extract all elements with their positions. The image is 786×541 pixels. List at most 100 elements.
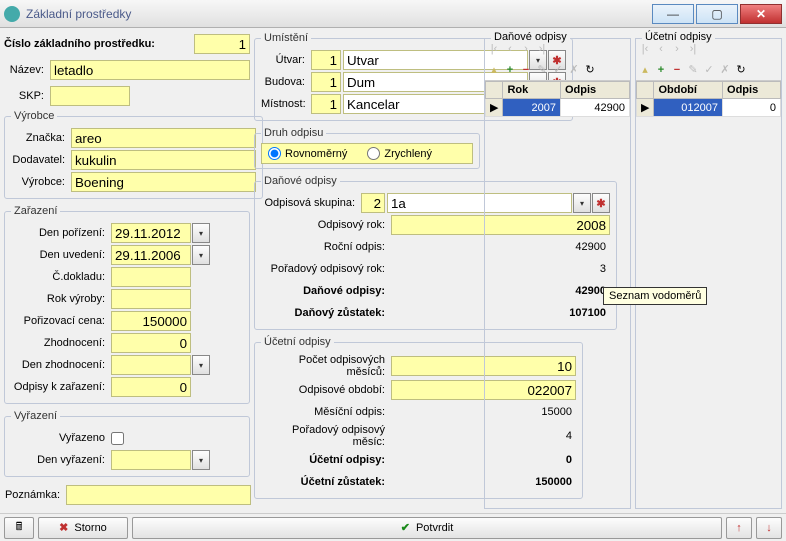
druh-odpisu-legend: Druh odpisu bbox=[261, 127, 326, 139]
nav-first-icon[interactable]: |‹ bbox=[487, 43, 501, 55]
refresh-icon[interactable]: ↻ bbox=[734, 63, 748, 76]
table-row[interactable]: ▶200742900 bbox=[486, 99, 630, 117]
rok-vyroby-label: Rok výroby: bbox=[11, 293, 111, 305]
edit-icon[interactable]: ✎ bbox=[686, 63, 700, 76]
x-icon: ✖ bbox=[59, 521, 68, 534]
nav-next-icon[interactable]: › bbox=[519, 43, 533, 55]
nav-first-icon[interactable]: |‹ bbox=[638, 43, 652, 55]
table-row[interactable]: ▶0120070 bbox=[637, 99, 781, 117]
dodavatel-field[interactable] bbox=[71, 150, 256, 170]
den-vyrazeni-field[interactable] bbox=[111, 450, 191, 470]
post-icon[interactable]: ✓ bbox=[702, 63, 716, 76]
app-icon bbox=[4, 6, 20, 22]
edit-triangle-icon[interactable]: ▴ bbox=[487, 63, 501, 76]
cancel-icon[interactable]: ✗ bbox=[567, 63, 581, 76]
den-porizeni-dropdown[interactable] bbox=[192, 223, 210, 243]
budova-num-field[interactable] bbox=[311, 72, 341, 92]
den-uvedeni-field[interactable] bbox=[111, 245, 191, 265]
up-arrow-button[interactable]: ↑ bbox=[726, 517, 752, 539]
nav-last-icon[interactable]: ›| bbox=[535, 43, 549, 55]
id-field[interactable] bbox=[194, 34, 250, 54]
nav-next-icon[interactable]: › bbox=[670, 43, 684, 55]
delete-row-icon[interactable]: − bbox=[670, 64, 684, 76]
odpisovy-rok-label: Odpisový rok: bbox=[261, 219, 391, 231]
cancel-icon[interactable]: ✗ bbox=[718, 63, 732, 76]
druh-odpisu-group: Druh odpisu Rovnoměrný Zrychlený bbox=[254, 127, 480, 169]
add-row-icon[interactable]: + bbox=[503, 64, 517, 76]
refresh-icon[interactable]: ↻ bbox=[583, 63, 597, 76]
vyrazeno-checkbox[interactable] bbox=[111, 432, 124, 445]
edit-triangle-icon[interactable]: ▴ bbox=[638, 63, 652, 76]
tbl2-grid[interactable]: ObdobíOdpis ▶0120070 bbox=[636, 80, 781, 117]
porizovaci-field[interactable] bbox=[111, 311, 191, 331]
radio-rovnomerny[interactable]: Rovnoměrný bbox=[268, 147, 347, 160]
tbl1-r1c2: 42900 bbox=[560, 99, 629, 117]
den-porizeni-field[interactable] bbox=[111, 223, 191, 243]
den-zhodnoceni-dropdown[interactable] bbox=[192, 355, 210, 375]
close-button[interactable]: ✕ bbox=[740, 4, 782, 24]
check-icon: ✔ bbox=[401, 521, 410, 534]
den-vyrazeni-label: Den vyřazení: bbox=[11, 454, 111, 466]
window-title: Základní prostředky bbox=[26, 7, 650, 21]
c-dokladu-field[interactable] bbox=[111, 267, 191, 287]
titlebar: Základní prostředky — ▢ ✕ bbox=[0, 0, 786, 28]
umisteni-legend: Umístění bbox=[261, 32, 311, 44]
nazev-field[interactable] bbox=[50, 60, 250, 80]
delete-row-icon[interactable]: − bbox=[519, 64, 533, 76]
calculator-button[interactable]: 🖩 bbox=[4, 517, 34, 539]
tbl2-col1[interactable]: Období bbox=[654, 82, 723, 99]
tbl2-r1c1[interactable]: 012007 bbox=[654, 99, 723, 117]
tbl1-legend: Daňové odpisy bbox=[491, 31, 570, 43]
odpisy-k-zarazeni-label: Odpisy k zařazení: bbox=[11, 381, 111, 393]
edit-icon[interactable]: ✎ bbox=[535, 63, 549, 76]
poradovy-mesic-label: Pořadový odpisový měsíc: bbox=[261, 424, 391, 448]
nazev-label: Název: bbox=[4, 64, 50, 76]
maximize-button[interactable]: ▢ bbox=[696, 4, 738, 24]
den-uvedeni-dropdown[interactable] bbox=[192, 245, 210, 265]
post-icon[interactable]: ✓ bbox=[551, 63, 565, 76]
den-vyrazeni-dropdown[interactable] bbox=[192, 450, 210, 470]
tbl1-col1[interactable]: Rok bbox=[503, 82, 561, 99]
skupina-num-field[interactable] bbox=[361, 193, 385, 213]
down-arrow-button[interactable]: ↓ bbox=[756, 517, 782, 539]
tbl1-col2[interactable]: Odpis bbox=[560, 82, 629, 99]
tbl2-col2[interactable]: Odpis bbox=[723, 82, 781, 99]
vyrazeno-label: Vyřazeno bbox=[11, 432, 111, 444]
vyrobce-label: Výrobce: bbox=[11, 176, 71, 188]
budova-label: Budova: bbox=[261, 76, 311, 88]
radio-zrychleny[interactable]: Zrychlený bbox=[367, 147, 432, 160]
den-zhodnoceni-label: Den zhodnocení: bbox=[11, 359, 111, 371]
id-label: Číslo základního prostředku: bbox=[4, 38, 159, 50]
znacka-field[interactable] bbox=[71, 128, 256, 148]
vyrazeni-legend: Vyřazení bbox=[11, 410, 60, 422]
nav-last-icon[interactable]: ›| bbox=[686, 43, 700, 55]
mistnost-num-field[interactable] bbox=[311, 94, 341, 114]
skp-field[interactable] bbox=[50, 86, 130, 106]
tbl1-edit-toolbar: ▴ + − ✎ ✓ ✗ ↻ bbox=[485, 59, 630, 80]
rok-vyroby-field[interactable] bbox=[111, 289, 191, 309]
tbl2-edit-toolbar: ▴ + − ✎ ✓ ✗ ↻ bbox=[636, 59, 781, 80]
tbl1-r1c1[interactable]: 2007 bbox=[503, 99, 561, 117]
storno-button[interactable]: ✖Storno bbox=[38, 517, 128, 539]
den-uvedeni-label: Den uvedení: bbox=[11, 249, 111, 261]
zarazeni-legend: Zařazení bbox=[11, 205, 60, 217]
rocni-odpis-label: Roční odpis: bbox=[261, 241, 391, 253]
zhodnoceni-field[interactable] bbox=[111, 333, 191, 353]
potvrdit-button[interactable]: ✔Potvrdit bbox=[132, 517, 722, 539]
add-row-icon[interactable]: + bbox=[654, 64, 668, 76]
den-zhodnoceni-field[interactable] bbox=[111, 355, 191, 375]
poznamka-field[interactable] bbox=[66, 485, 251, 505]
minimize-button[interactable]: — bbox=[652, 4, 694, 24]
nav-prev-icon[interactable]: ‹ bbox=[503, 43, 517, 55]
utvar-num-field[interactable] bbox=[311, 50, 341, 70]
ucetni-legend: Účetní odpisy bbox=[261, 336, 334, 348]
c-dokladu-label: Č.dokladu: bbox=[11, 271, 111, 283]
tbl1-grid[interactable]: RokOdpis ▶200742900 bbox=[485, 80, 630, 117]
odpisy-k-zarazeni-field[interactable] bbox=[111, 377, 191, 397]
ucetni-odpisy-table-pane: Účetní odpisy |‹ ‹ › ›| ▴ + − ✎ ✓ ✗ ↻ Ob… bbox=[635, 38, 782, 509]
skp-label: SKP: bbox=[4, 90, 50, 102]
vyrobce-field[interactable] bbox=[71, 172, 256, 192]
tbl2-legend: Účetní odpisy bbox=[642, 31, 715, 43]
nav-prev-icon[interactable]: ‹ bbox=[654, 43, 668, 55]
skupina-label: Odpisová skupina: bbox=[261, 197, 361, 209]
